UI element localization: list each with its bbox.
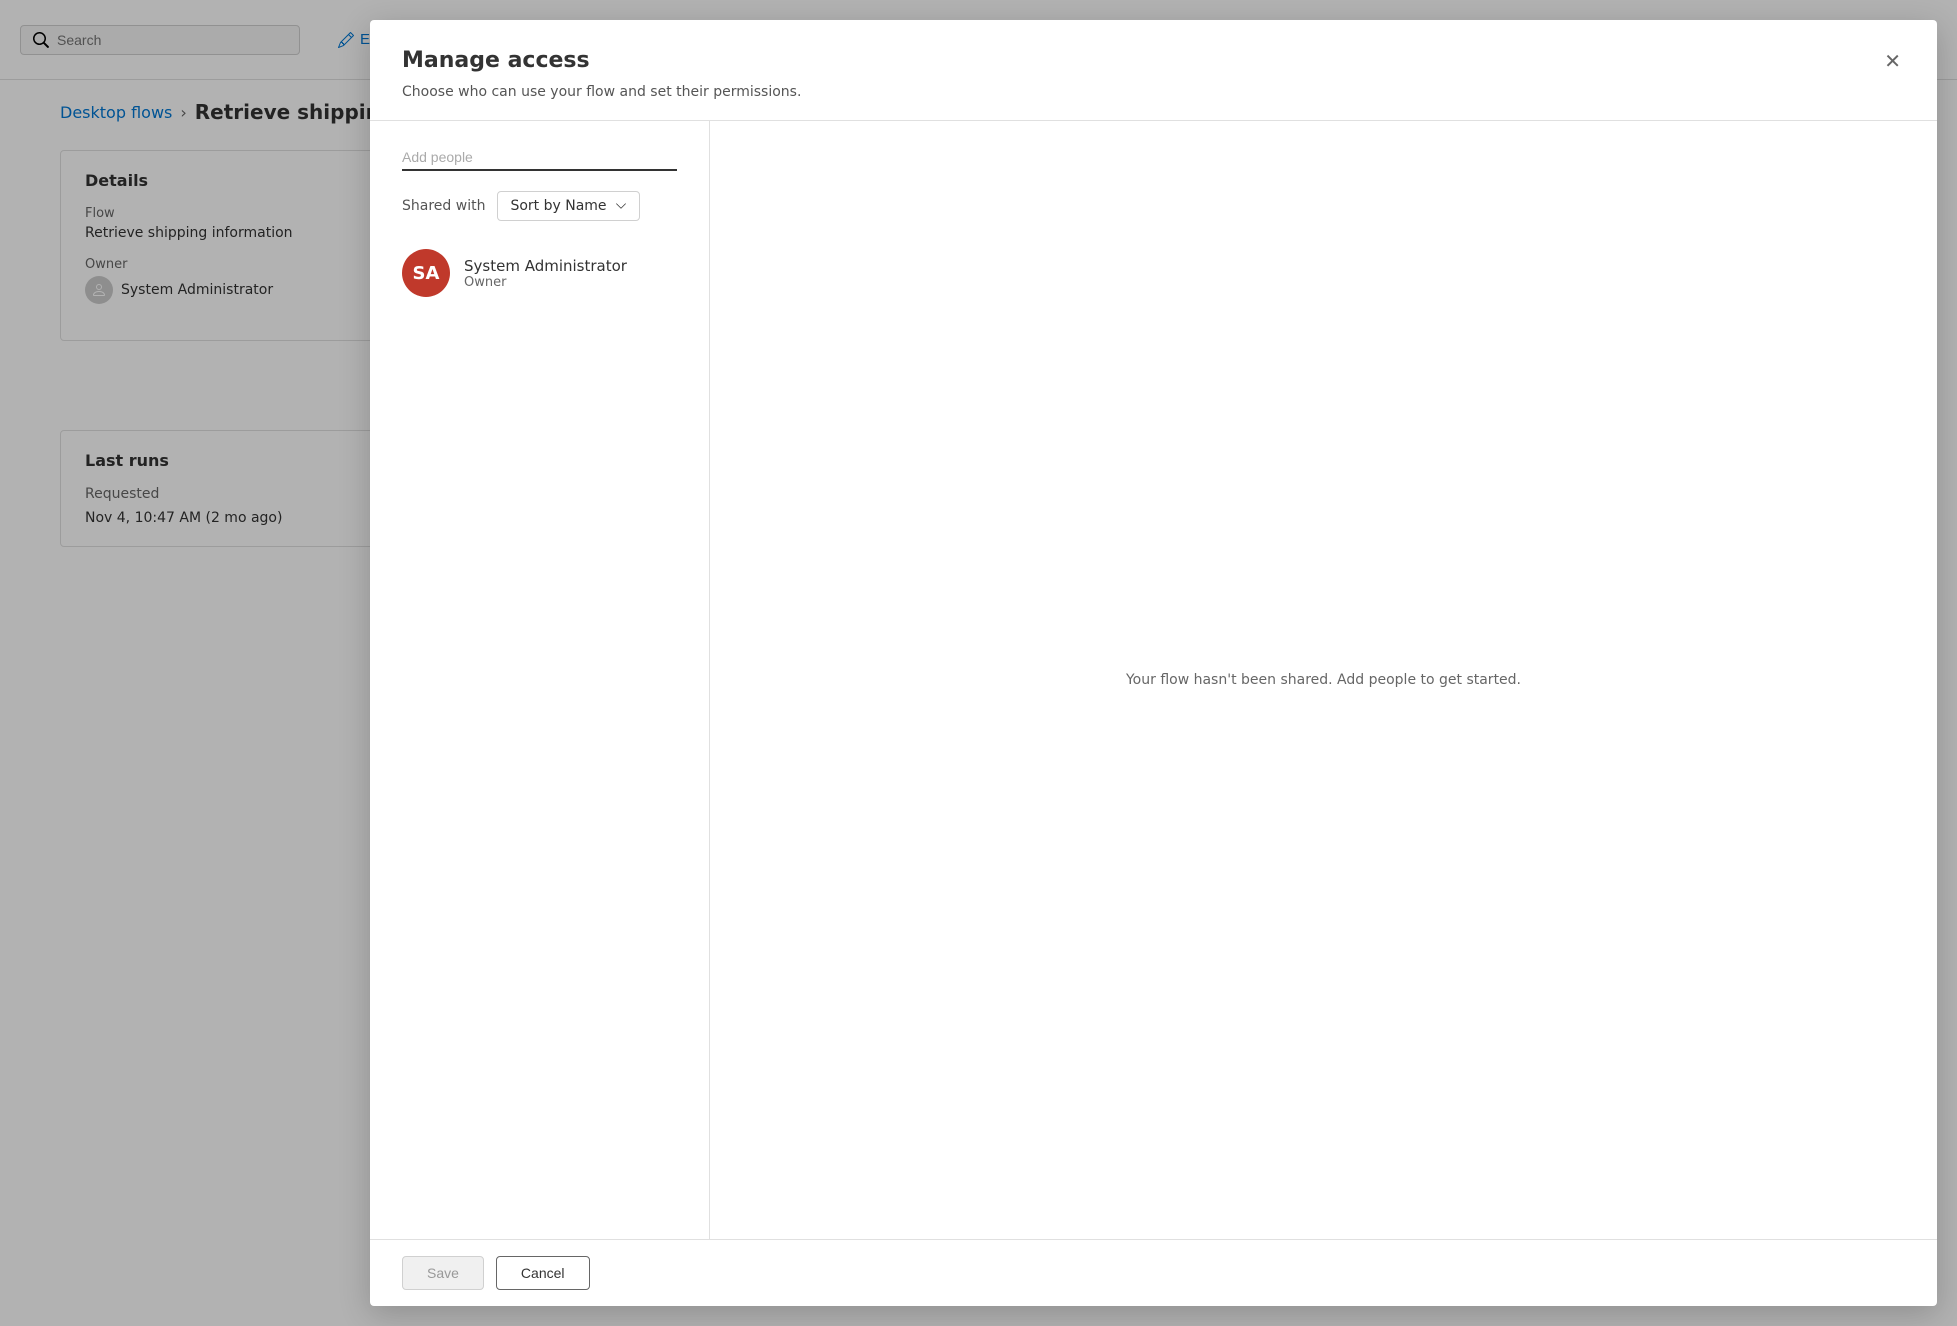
user-initials: SA (413, 263, 440, 284)
modal-title: Manage access (402, 48, 590, 73)
user-entry: SA System Administrator Owner (402, 241, 677, 305)
modal-save-button[interactable]: Save (402, 1256, 484, 1290)
shared-with-label: Shared with (402, 198, 485, 214)
chevron-down-icon (615, 200, 627, 212)
add-people-input[interactable] (402, 145, 677, 171)
modal-close-button[interactable]: ✕ (1880, 48, 1905, 76)
modal-left-panel: Shared with Sort by Name SA System Admin… (370, 121, 710, 1239)
sort-dropdown[interactable]: Sort by Name (497, 191, 639, 221)
user-avatar: SA (402, 249, 450, 297)
modal-title-block: Manage access (402, 48, 590, 73)
user-name: System Administrator (464, 257, 627, 275)
modal-footer: Save Cancel (370, 1239, 1937, 1306)
user-info: System Administrator Owner (464, 257, 627, 290)
modal-header: Manage access ✕ (370, 20, 1937, 76)
shared-with-row: Shared with Sort by Name (402, 191, 677, 221)
user-role: Owner (464, 275, 627, 290)
modal-subtitle: Choose who can use your flow and set the… (370, 76, 1937, 100)
no-share-message: Your flow hasn't been shared. Add people… (1126, 672, 1521, 688)
sort-label: Sort by Name (510, 198, 606, 214)
modal-cancel-button[interactable]: Cancel (496, 1256, 590, 1290)
manage-access-modal: Manage access ✕ Choose who can use your … (370, 20, 1937, 1306)
modal-body: Shared with Sort by Name SA System Admin… (370, 121, 1937, 1239)
modal-right-panel: Your flow hasn't been shared. Add people… (710, 121, 1937, 1239)
